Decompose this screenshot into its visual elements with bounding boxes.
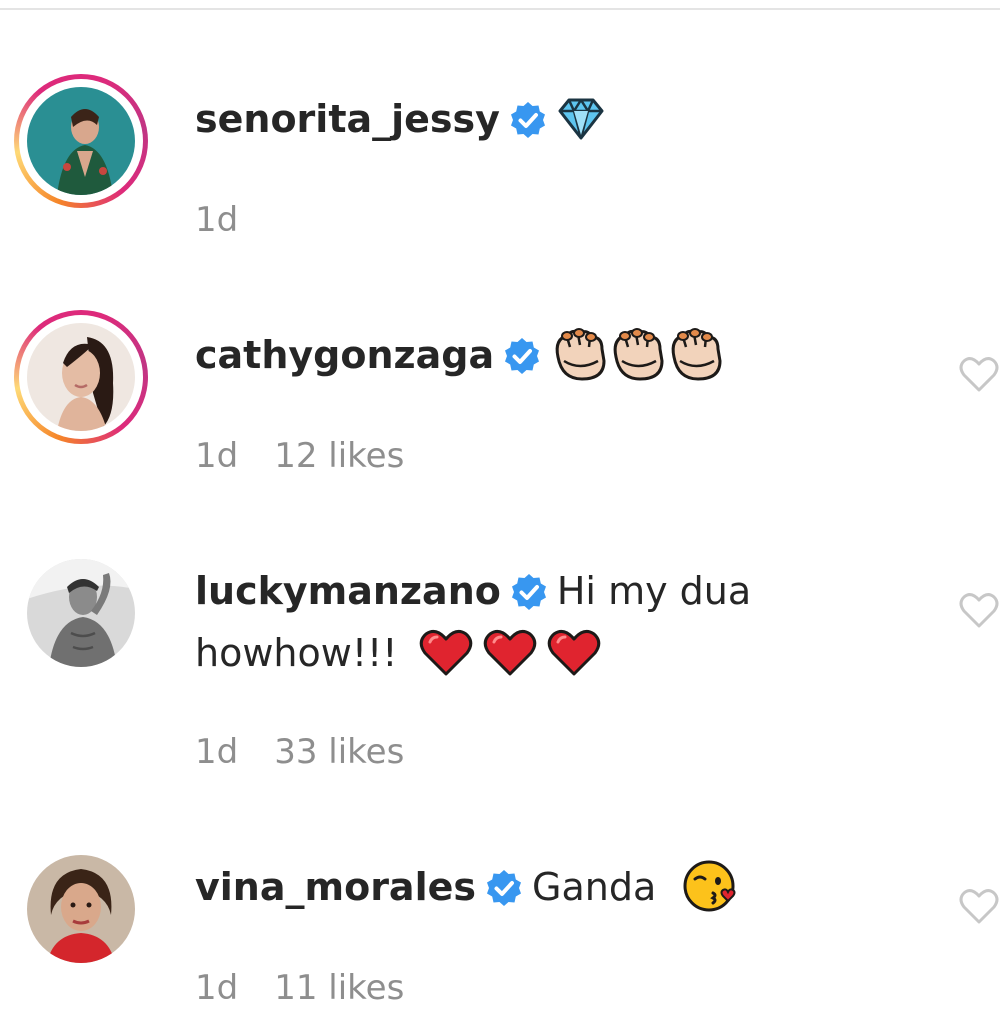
verified-badge-icon [487,869,521,906]
comment-text: Ganda [532,865,657,909]
clapping-hands-icon [671,327,722,380]
comment-username[interactable]: senorita_jessy [195,97,500,141]
clapping-hands-icon [613,327,664,380]
comment-body: vina_morales Ganda [195,856,738,921]
comment-body-line2: howhow!!! [195,622,602,684]
clapping-hands-icon [555,327,606,380]
comment-meta: 1d 33 likes [195,732,440,772]
comment-likes-count[interactable]: 11 likes [274,968,404,1008]
comment-time[interactable]: 1d [195,200,238,240]
comment-username[interactable]: luckymanzano [195,569,501,613]
comment-text: Hi my dua [556,569,752,613]
comment-likes-count[interactable]: 33 likes [274,732,404,772]
comment-time[interactable]: 1d [195,436,238,476]
verified-badge-icon [511,573,546,610]
comment-body: cathygonzaga [195,324,724,389]
comment-time[interactable]: 1d [195,732,238,772]
comment-text-line2: howhow!!! [195,631,398,675]
verified-badge-icon [505,337,540,374]
heart-like-icon[interactable] [958,590,1000,630]
red-heart-icon [419,629,472,675]
avatar[interactable] [14,842,148,976]
heart-like-icon[interactable] [958,886,1000,926]
verified-badge-icon [510,101,545,138]
comment-time[interactable]: 1d [195,968,238,1008]
avatar[interactable] [14,546,148,680]
comment-meta: 1d 11 likes [195,968,440,1008]
gem-stone-icon [558,98,604,139]
comment-username[interactable]: cathygonzaga [195,333,494,377]
comment-body: senorita_jessy [195,88,606,150]
comment-likes-count[interactable]: 12 likes [274,436,404,476]
top-divider [0,0,1000,10]
red-heart-icon [483,629,536,675]
comment-meta: 1d 12 likes [195,436,440,476]
face-blowing-kiss-icon [683,860,736,911]
red-heart-icon [547,629,600,675]
heart-like-icon[interactable] [958,354,1000,394]
comment-meta: 1d [195,200,274,240]
avatar[interactable] [14,310,148,444]
comment-body: luckymanzano Hi my dua [195,560,751,622]
avatar[interactable] [14,74,148,208]
comment-username[interactable]: vina_morales [195,865,476,909]
